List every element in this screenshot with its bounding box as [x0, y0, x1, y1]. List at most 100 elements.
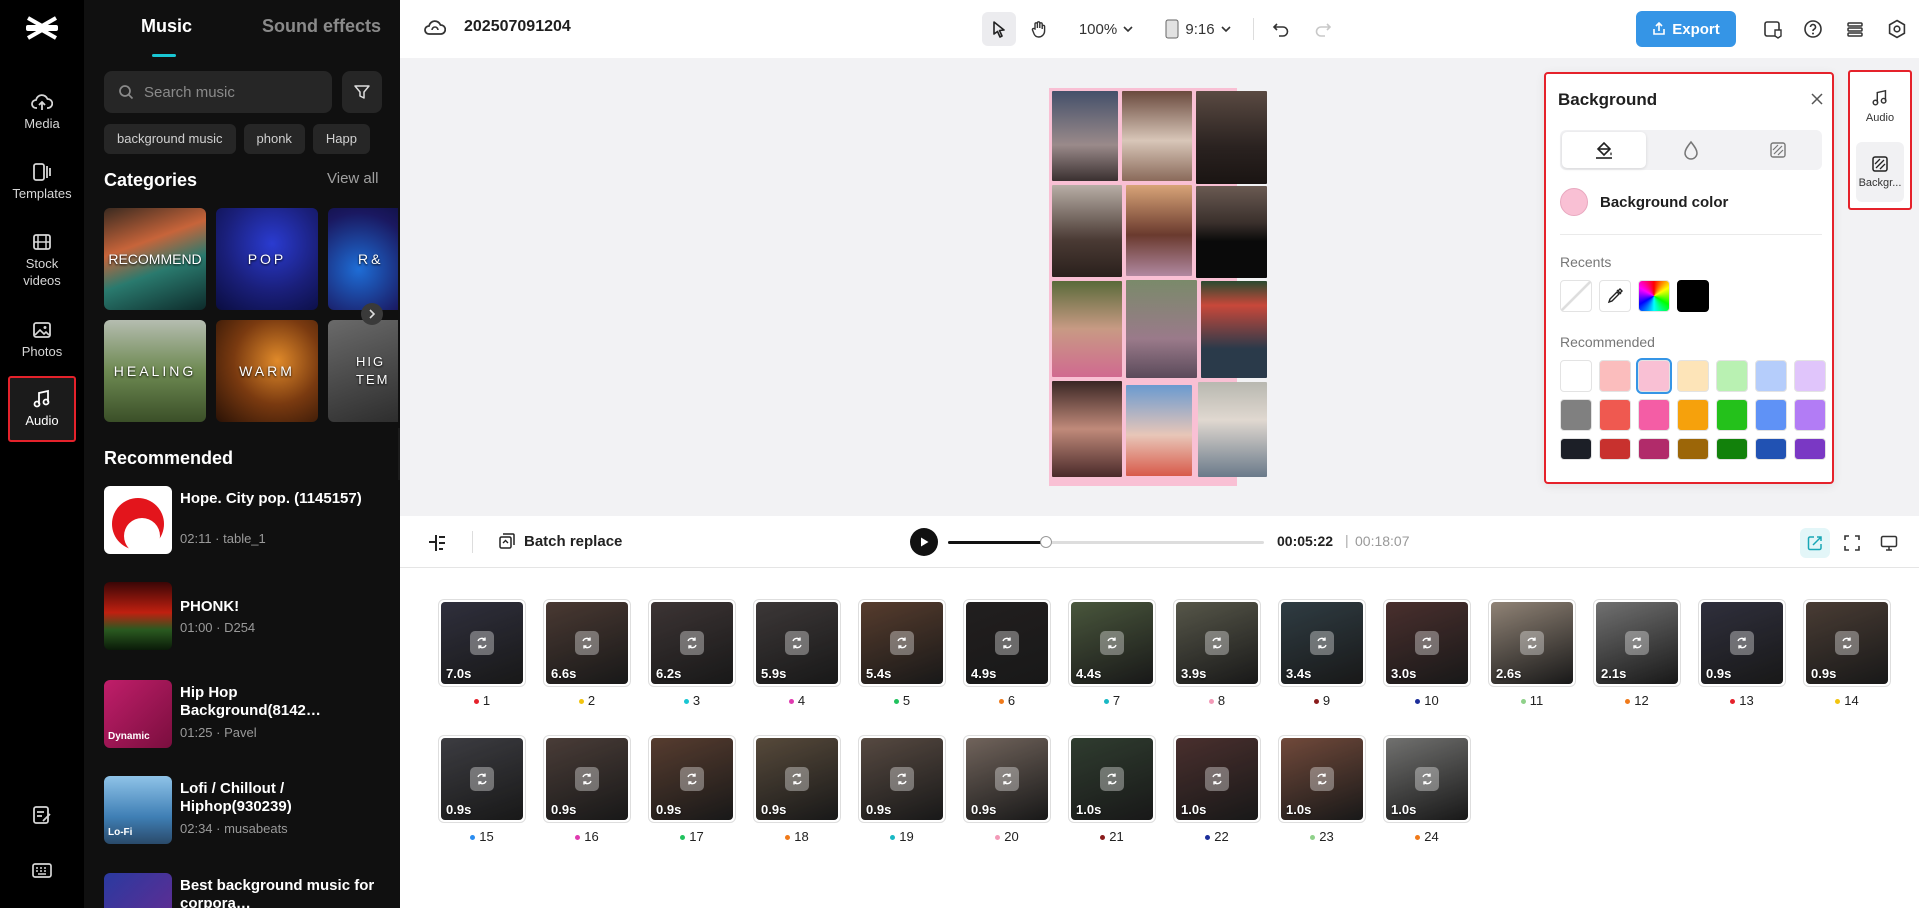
replace-icon[interactable]	[1205, 767, 1229, 791]
clip-thumbnail[interactable]: 3.9s	[1173, 599, 1261, 687]
replace-icon[interactable]	[680, 631, 704, 655]
clip-thumbnail[interactable]: 6.6s	[543, 599, 631, 687]
replace-icon[interactable]	[785, 631, 809, 655]
replace-icon[interactable]	[1415, 631, 1439, 655]
clip-thumbnail[interactable]: 4.4s	[1068, 599, 1156, 687]
color-swatch[interactable]	[1560, 360, 1592, 392]
replace-icon[interactable]	[1835, 631, 1859, 655]
swatch-rainbow[interactable]	[1638, 280, 1670, 312]
clip-thumbnail[interactable]: 0.9s	[543, 735, 631, 823]
clip-thumbnail[interactable]: 5.9s	[753, 599, 841, 687]
color-swatch[interactable]	[1560, 438, 1592, 460]
current-color-swatch[interactable]	[1560, 188, 1588, 216]
color-swatch[interactable]	[1599, 438, 1631, 460]
color-swatch[interactable]	[1599, 399, 1631, 431]
track-item[interactable]: Best background music for corpora…	[104, 873, 394, 908]
replace-icon[interactable]	[1520, 631, 1544, 655]
clip-thumbnail[interactable]: 0.9s	[753, 735, 841, 823]
replace-icon[interactable]	[890, 767, 914, 791]
replace-icon[interactable]	[1730, 631, 1754, 655]
play-button[interactable]	[910, 528, 938, 556]
rail-item-media[interactable]: Media	[8, 92, 76, 132]
export-button[interactable]: Export	[1636, 11, 1736, 47]
link-clips-button[interactable]	[1800, 528, 1830, 558]
clip-thumbnail[interactable]: 1.0s	[1278, 735, 1366, 823]
select-tool-button[interactable]	[982, 12, 1016, 46]
menu-button[interactable]	[1840, 12, 1870, 46]
clip-thumbnail[interactable]: 6.2s	[648, 599, 736, 687]
tasks-button[interactable]	[1758, 12, 1788, 46]
category-high-tempo[interactable]: HIG TEM	[328, 320, 398, 422]
clip-thumbnail[interactable]: 3.4s	[1278, 599, 1366, 687]
help-button[interactable]	[1798, 12, 1828, 46]
clip-thumbnail[interactable]: 1.0s	[1383, 735, 1471, 823]
category-recommend[interactable]: RECOMMEND	[104, 208, 206, 310]
category-rnb[interactable]: R&	[328, 208, 398, 310]
clip-thumbnail[interactable]: 1.0s	[1068, 735, 1156, 823]
background-color-row[interactable]: Background color	[1560, 188, 1728, 216]
track-item[interactable]: Dynamic Hip Hop Background(8142… 01:25 ·…	[104, 680, 394, 750]
batch-replace-button[interactable]: Batch replace	[498, 532, 622, 550]
undo-button[interactable]	[1266, 12, 1296, 46]
close-icon[interactable]	[1810, 92, 1824, 106]
eyedropper-button[interactable]	[1599, 280, 1631, 312]
color-swatch[interactable]	[1794, 360, 1826, 392]
tab-blur[interactable]	[1649, 132, 1733, 168]
playback-scrubber[interactable]	[948, 536, 1264, 548]
track-item[interactable]: Hope. City pop. (1145157) 02:11 · table_…	[104, 486, 394, 556]
replace-icon[interactable]	[890, 631, 914, 655]
clip-thumbnail[interactable]: 0.9s	[648, 735, 736, 823]
replace-icon[interactable]	[785, 767, 809, 791]
clip-thumbnail[interactable]: 3.0s	[1383, 599, 1471, 687]
aspect-ratio-dropdown[interactable]: 9:16	[1160, 12, 1236, 46]
replace-icon[interactable]	[470, 631, 494, 655]
category-warm[interactable]: WARM	[216, 320, 318, 422]
color-swatch[interactable]	[1794, 438, 1826, 460]
clip-thumbnail[interactable]: 0.9s	[1698, 599, 1786, 687]
replace-icon[interactable]	[1205, 631, 1229, 655]
replace-icon[interactable]	[470, 767, 494, 791]
preview-mode-button[interactable]	[1874, 528, 1904, 558]
replace-icon[interactable]	[995, 631, 1019, 655]
color-swatch[interactable]	[1638, 438, 1670, 460]
clip-thumbnail[interactable]: 0.9s	[1803, 599, 1891, 687]
categories-next-button[interactable]	[361, 303, 383, 325]
search-input[interactable]	[144, 83, 304, 101]
scrubber-handle[interactable]	[1039, 536, 1052, 548]
project-name[interactable]: 202507091204	[464, 18, 571, 36]
clip-thumbnail[interactable]: 1.0s	[1173, 735, 1261, 823]
chip-phonk[interactable]: phonk	[243, 124, 305, 154]
color-swatch[interactable]	[1716, 438, 1748, 460]
collage-preview[interactable]	[1049, 88, 1267, 486]
rail-item-photos[interactable]: Photos	[8, 320, 76, 360]
category-pop[interactable]: POP	[216, 208, 318, 310]
rail-item-audio[interactable]: Audio	[8, 376, 76, 442]
capcut-logo[interactable]	[24, 14, 60, 42]
hand-tool-button[interactable]	[1022, 12, 1056, 46]
replace-icon[interactable]	[1310, 631, 1334, 655]
color-swatch[interactable]	[1638, 399, 1670, 431]
color-swatch[interactable]	[1755, 360, 1787, 392]
settings-button[interactable]	[1882, 12, 1912, 46]
swatch-no-color[interactable]	[1560, 280, 1592, 312]
color-swatch[interactable]	[1560, 399, 1592, 431]
track-item[interactable]: Lo-Fi Lofi / Chillout / Hiphop(930239) 0…	[104, 776, 394, 846]
replace-icon[interactable]	[1415, 767, 1439, 791]
tab-sound-effects[interactable]: Sound effects	[262, 16, 381, 37]
color-swatch[interactable]	[1755, 399, 1787, 431]
view-all-link[interactable]: View all	[327, 170, 378, 187]
replace-icon[interactable]	[995, 767, 1019, 791]
clip-thumbnail[interactable]: 5.4s	[858, 599, 946, 687]
replace-icon[interactable]	[575, 767, 599, 791]
zoom-dropdown[interactable]: 100%	[1072, 12, 1140, 46]
category-healing[interactable]: HEALING	[104, 320, 206, 422]
replace-icon[interactable]	[1625, 631, 1649, 655]
replace-icon[interactable]	[680, 767, 704, 791]
layout-icon[interactable]	[427, 533, 447, 553]
color-swatch[interactable]	[1716, 360, 1748, 392]
filter-button[interactable]	[342, 71, 382, 113]
chip-happy[interactable]: Happ	[312, 124, 370, 154]
rail-item-keyboard[interactable]	[8, 860, 76, 883]
replace-icon[interactable]	[575, 631, 599, 655]
color-swatch[interactable]	[1794, 399, 1826, 431]
